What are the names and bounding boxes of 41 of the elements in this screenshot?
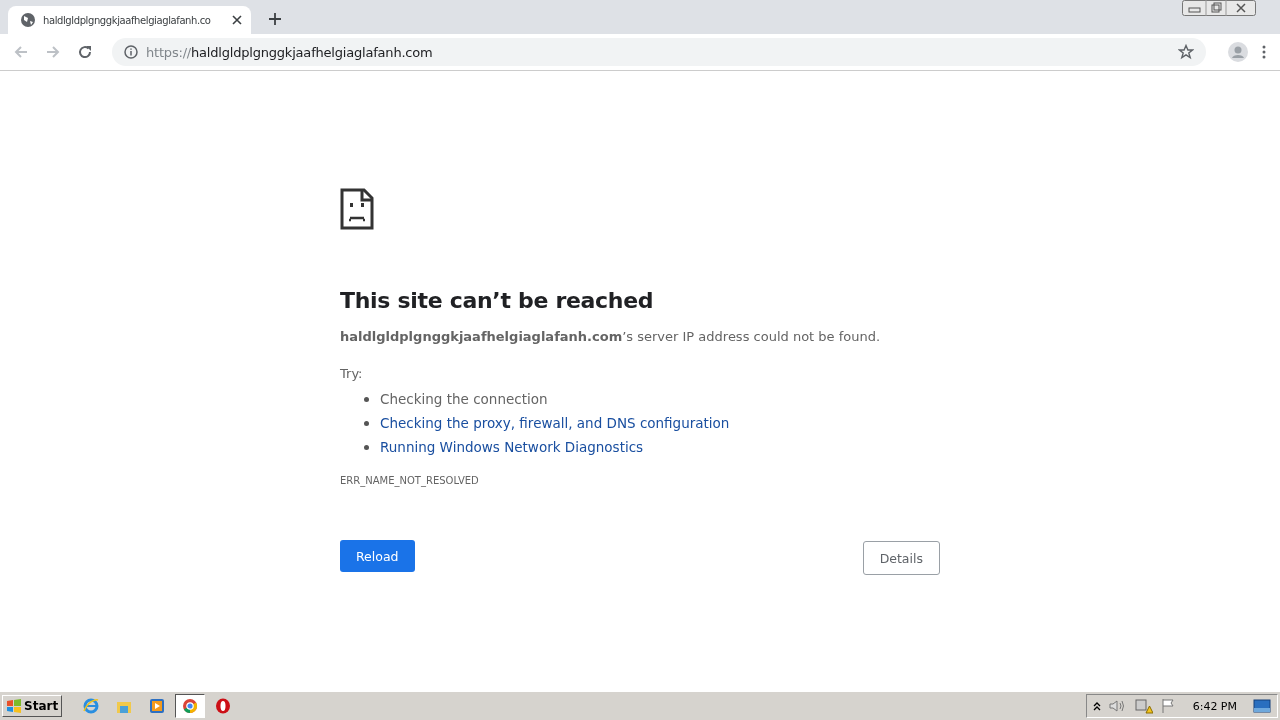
star-icon[interactable] [1178, 44, 1194, 60]
flag-icon[interactable] [1160, 698, 1175, 714]
error-message: haldlgldplgnggkjaafhelgiaglafanh.com’s server IP address could not be found. [340, 329, 882, 344]
tray-expand-icon[interactable] [1092, 701, 1101, 711]
globe-icon [20, 12, 36, 28]
new-tab-icon[interactable] [268, 12, 282, 26]
speaker-icon[interactable] [1108, 699, 1127, 713]
browser-e-icon [82, 697, 101, 715]
menu-icon[interactable] [1262, 45, 1266, 59]
bullet-icon [364, 396, 369, 402]
back-icon[interactable] [13, 44, 29, 60]
try-label: Try: [340, 366, 364, 381]
browser-tab[interactable]: haldlgldplgnggkjaafhelgiaglafanh.co [8, 6, 251, 34]
reload-button[interactable]: Reload [340, 540, 415, 572]
bullet-icon [364, 420, 369, 426]
error-title: This site can’t be reached [340, 288, 655, 313]
opera-icon [214, 697, 233, 715]
sad-page-icon [340, 188, 374, 230]
details-button[interactable]: Details [862, 541, 940, 575]
url-text: https://haldlgldplgnggkjaafhelgiaglafanh.com [146, 44, 434, 60]
address-field[interactable]: https://haldlgldplgnggkjaafhelgiaglafanh.com [112, 38, 1206, 66]
windows-logo-icon [6, 699, 22, 713]
start-button[interactable]: Start [2, 695, 63, 717]
suggestion-link[interactable]: Checking the proxy, firewall, and DNS configuration [380, 415, 730, 431]
media-player-icon [148, 697, 167, 715]
taskbar-app[interactable] [175, 694, 206, 718]
reload-icon[interactable] [77, 44, 93, 60]
suggestion-text: Checking the connection [380, 391, 548, 407]
forward-icon[interactable] [45, 44, 61, 60]
network-warning-icon[interactable] [1134, 698, 1153, 714]
window-controls[interactable] [1182, 0, 1256, 16]
tab-title: haldlgldplgnggkjaafhelgiaglafanh.co [43, 14, 212, 26]
bullet-icon [364, 444, 369, 450]
close-icon[interactable] [232, 15, 242, 25]
info-icon [124, 45, 138, 59]
chrome-icon [181, 697, 200, 715]
avatar-icon[interactable] [1228, 42, 1248, 62]
error-code: ERR_NAME_NOT_RESOLVED [340, 475, 480, 486]
clock-text: 6:42 PM [1192, 699, 1237, 713]
suggestion-link[interactable]: Running Windows Network Diagnostics [380, 439, 644, 455]
show-desktop-icon[interactable] [1253, 699, 1271, 713]
